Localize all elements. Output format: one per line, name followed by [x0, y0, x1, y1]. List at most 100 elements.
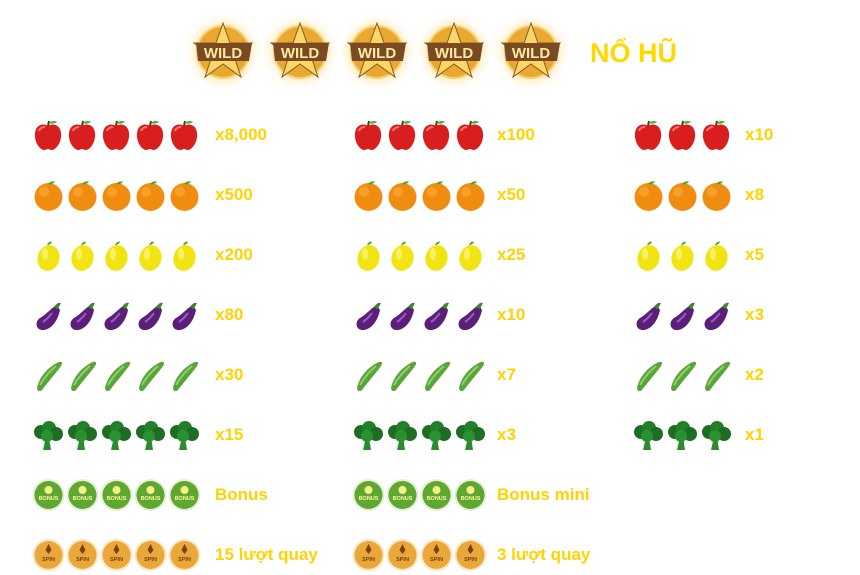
spin-icon: SPIN [386, 539, 419, 571]
symbol-group [632, 237, 734, 273]
spin-icon: SPIN [66, 539, 99, 571]
payout-orange-4 [352, 175, 488, 215]
orange-icon [422, 181, 451, 211]
eggplant-icon [458, 302, 483, 331]
payout-broccoli-3 [632, 415, 734, 455]
spin-icon: SPIN [100, 539, 133, 571]
broccoli-icon [702, 421, 731, 450]
symbol-group [32, 357, 202, 393]
bonus-icon: BONUS [134, 479, 167, 511]
payout-label: x25 [497, 245, 526, 264]
broccoli-icon [668, 421, 697, 450]
payout-label: x100 [497, 125, 535, 144]
payout-lemon-4 [352, 235, 488, 275]
symbol-group: SPIN SPIN SPIN SPIN [352, 537, 488, 573]
svg-text:BONUS: BONUS [427, 496, 447, 502]
svg-text:WILD: WILD [281, 45, 319, 62]
payout-label: x15 [215, 425, 244, 444]
svg-text:BONUS: BONUS [73, 496, 93, 502]
cucumber-icon [705, 361, 731, 392]
payout-cucumber-3 [632, 355, 734, 395]
symbol-group [352, 117, 488, 153]
cucumber-icon [105, 361, 131, 392]
payout-broccoli-5 [32, 415, 202, 455]
payout-bonus-5: BONUS BONUS BONUS BONUS BONUS [32, 475, 202, 515]
svg-text:SPIN: SPIN [430, 557, 443, 563]
wild-icon: WILD [269, 21, 331, 79]
orange-icon [102, 181, 131, 211]
orange-icon [68, 181, 97, 211]
eggplant-icon [138, 302, 163, 331]
payout-spin-4: SPIN SPIN SPIN SPIN [352, 535, 488, 575]
bonus-icon: BONUS [352, 479, 385, 511]
cucumber-icon [357, 361, 383, 392]
broccoli-icon [68, 421, 97, 450]
cucumber-icon [671, 361, 697, 392]
broccoli-icon [170, 421, 199, 450]
eggplant-icon [424, 302, 449, 331]
apple-icon [34, 120, 62, 150]
lemon-icon [425, 241, 448, 271]
payout-label: x200 [215, 245, 253, 264]
apple-icon [388, 120, 416, 150]
payout-label: x8,000 [215, 125, 267, 144]
eggplant-icon [390, 302, 415, 331]
cucumber-icon [637, 361, 663, 392]
symbol-group [32, 237, 202, 273]
symbol-group [32, 177, 202, 213]
payout-label: Bonus [215, 485, 268, 504]
payout-broccoli-4 [352, 415, 488, 455]
bonus-icon: BONUS [32, 479, 65, 511]
eggplant-icon [636, 302, 661, 331]
svg-text:WILD: WILD [435, 45, 473, 62]
svg-text:WILD: WILD [358, 45, 396, 62]
payout-label: x7 [497, 365, 516, 384]
svg-text:BONUS: BONUS [393, 496, 413, 502]
jackpot-label: NỔ HŨ [590, 38, 677, 68]
wild-icon: WILD [500, 21, 562, 79]
payout-orange-5 [32, 175, 202, 215]
lemon-icon [391, 241, 414, 271]
bonus-icon: BONUS [100, 479, 133, 511]
lemon-icon [139, 241, 162, 271]
symbol-group [352, 357, 488, 393]
broccoli-icon [388, 421, 417, 450]
payout-lemon-3 [632, 235, 734, 275]
cucumber-icon [37, 361, 63, 392]
apple-icon [102, 120, 130, 150]
svg-text:BONUS: BONUS [461, 496, 481, 502]
payout-bonus-4: BONUS BONUS BONUS BONUS [352, 475, 488, 515]
payout-label: x10 [745, 125, 774, 144]
svg-text:SPIN: SPIN [144, 557, 157, 563]
orange-icon [34, 181, 63, 211]
wild-icon: WILD [192, 21, 254, 79]
svg-text:BONUS: BONUS [107, 496, 127, 502]
lemon-icon [705, 241, 728, 271]
eggplant-icon [670, 302, 695, 331]
symbol-group [632, 357, 734, 393]
payout-orange-3 [632, 175, 734, 215]
bonus-icon: BONUS [168, 479, 201, 511]
apple-icon [634, 120, 662, 150]
payout-apple-4 [352, 115, 488, 155]
cucumber-icon [71, 361, 97, 392]
payout-label: x5 [745, 245, 764, 264]
cucumber-icon [425, 361, 451, 392]
apple-icon [702, 120, 730, 150]
payout-label: x3 [497, 425, 516, 444]
symbol-group [352, 297, 488, 333]
symbol-group [32, 417, 202, 453]
svg-text:SPIN: SPIN [42, 557, 55, 563]
bonus-icon: BONUS [66, 479, 99, 511]
symbol-group [632, 417, 734, 453]
lemon-icon [173, 241, 196, 271]
spin-icon: SPIN [134, 539, 167, 571]
payout-apple-3 [632, 115, 734, 155]
orange-icon [388, 181, 417, 211]
symbol-group [32, 297, 202, 333]
eggplant-icon [704, 302, 729, 331]
eggplant-icon [356, 302, 381, 331]
apple-icon [422, 120, 450, 150]
orange-icon [354, 181, 383, 211]
lemon-icon [459, 241, 482, 271]
